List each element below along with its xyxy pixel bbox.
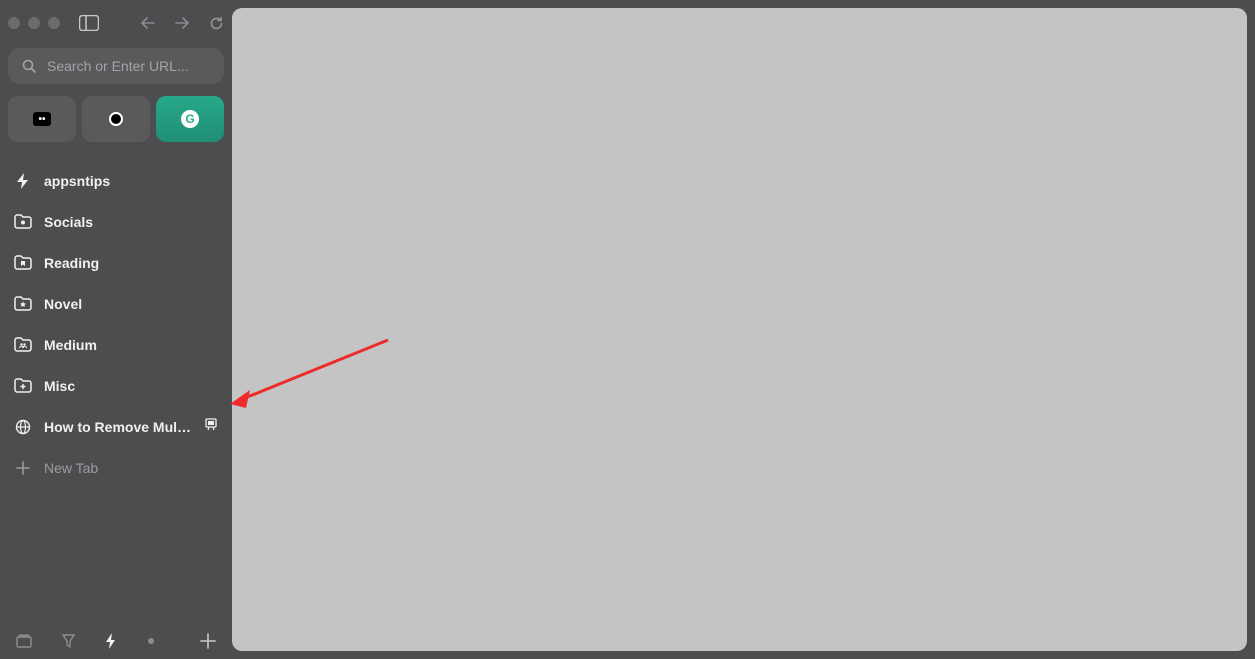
forward-button[interactable]	[175, 16, 189, 30]
filter-button[interactable]	[62, 634, 75, 649]
bolt-icon	[105, 633, 117, 649]
close-window-button[interactable]	[8, 17, 20, 29]
sidebar-item-socials[interactable]: Socials	[8, 201, 224, 242]
sidebar-item-label: How to Remove Multi...	[44, 419, 192, 435]
arrow-right-icon	[175, 16, 189, 30]
traffic-lights	[8, 17, 60, 29]
medium-icon: ••	[33, 110, 51, 128]
circle-icon	[107, 110, 125, 128]
pinned-app-circle[interactable]	[82, 96, 150, 142]
sidebar-item-how-to-remove[interactable]: How to Remove Multi...	[8, 406, 224, 447]
add-button[interactable]	[200, 633, 216, 649]
search-input[interactable]: Search or Enter URL...	[8, 48, 224, 84]
grammarly-icon: G	[181, 110, 199, 128]
search-icon	[22, 59, 37, 74]
folder-plus-icon	[14, 377, 32, 395]
toggle-sidebar-button[interactable]	[78, 14, 100, 32]
bottom-left-group	[16, 633, 155, 649]
bottom-bar	[8, 627, 224, 651]
sidebar-item-label: Medium	[44, 337, 218, 353]
new-tab-label: New Tab	[44, 460, 218, 476]
easel-icon	[204, 417, 218, 436]
plus-icon	[14, 459, 32, 477]
top-bar	[8, 10, 224, 36]
archive-button[interactable]	[16, 633, 32, 649]
space-indicator[interactable]	[147, 637, 155, 645]
dot-icon	[147, 637, 155, 645]
arrow-left-icon	[141, 16, 155, 30]
sidebar-item-novel[interactable]: Novel	[8, 283, 224, 324]
archive-icon	[16, 633, 32, 649]
sidebar-item-label: Novel	[44, 296, 218, 312]
sidebar-item-label: appsntips	[44, 173, 218, 189]
sidebar-list: appsntips Socials Reading Novel Medium	[8, 160, 224, 488]
bolt-icon	[14, 172, 32, 190]
main-content	[232, 0, 1255, 659]
pinned-app-medium[interactable]: ••	[8, 96, 76, 142]
content-area	[232, 8, 1247, 651]
sidebar-item-label: Reading	[44, 255, 218, 271]
search-placeholder: Search or Enter URL...	[47, 58, 189, 74]
minimize-window-button[interactable]	[28, 17, 40, 29]
sidebar: Search or Enter URL... •• G appsntips	[0, 0, 232, 659]
plus-icon	[200, 633, 216, 649]
maximize-window-button[interactable]	[48, 17, 60, 29]
folder-camera-icon	[14, 213, 32, 231]
sidebar-item-appsntips[interactable]: appsntips	[8, 160, 224, 201]
reload-button[interactable]	[209, 16, 224, 31]
folder-bookmark-icon	[14, 254, 32, 272]
folder-star-icon	[14, 295, 32, 313]
reload-icon	[209, 16, 224, 31]
folder-people-icon	[14, 336, 32, 354]
filter-icon	[62, 634, 75, 649]
bolt-button[interactable]	[105, 633, 117, 649]
nav-controls	[141, 16, 224, 31]
pinned-apps: •• G	[8, 96, 224, 142]
new-tab-button[interactable]: New Tab	[8, 447, 224, 488]
sidebar-item-medium[interactable]: Medium	[8, 324, 224, 365]
sidebar-item-label: Misc	[44, 378, 218, 394]
sidebar-item-reading[interactable]: Reading	[8, 242, 224, 283]
sidebar-item-misc[interactable]: Misc	[8, 365, 224, 406]
sidebar-item-label: Socials	[44, 214, 218, 230]
globe-icon	[14, 418, 32, 436]
back-button[interactable]	[141, 16, 155, 30]
pinned-app-grammarly[interactable]: G	[156, 96, 224, 142]
sidebar-icon	[79, 15, 99, 31]
